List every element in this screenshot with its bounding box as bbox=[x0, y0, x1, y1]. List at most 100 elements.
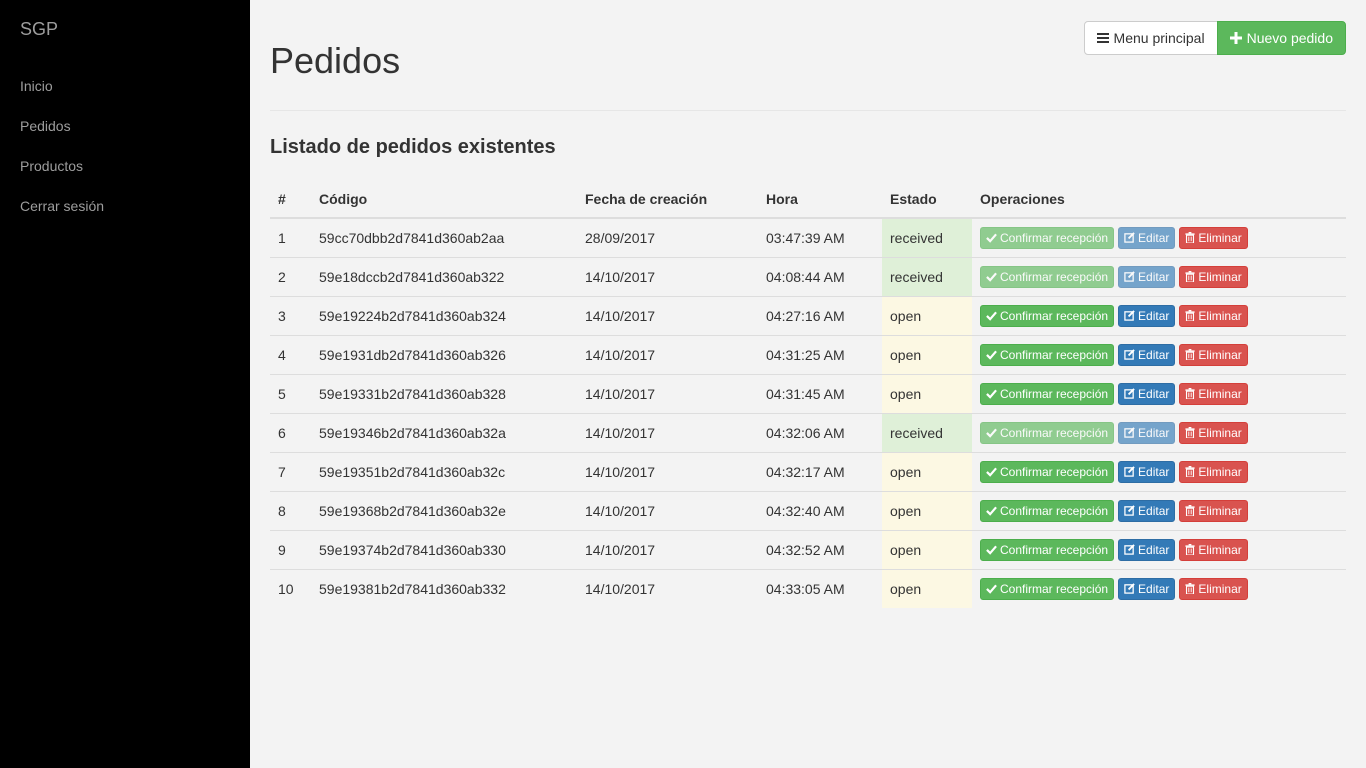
delete-button[interactable]: Eliminar bbox=[1179, 226, 1248, 249]
cell-code: 59e19374b2d7841d360ab330 bbox=[311, 529, 577, 569]
delete-button[interactable]: Eliminar bbox=[1179, 382, 1248, 405]
edit-icon bbox=[1124, 505, 1135, 516]
edit-label: Editar bbox=[1138, 464, 1170, 479]
check-icon bbox=[986, 271, 997, 282]
delete-button[interactable]: Eliminar bbox=[1179, 421, 1248, 444]
edit-icon bbox=[1124, 388, 1135, 399]
sidebar-item-pedidos[interactable]: Pedidos bbox=[20, 116, 104, 156]
edit-icon bbox=[1124, 349, 1135, 360]
edit-button[interactable]: Editar bbox=[1118, 265, 1176, 288]
trash-icon bbox=[1185, 583, 1195, 595]
edit-button[interactable]: Editar bbox=[1118, 421, 1176, 444]
cell-status: open bbox=[882, 373, 972, 413]
edit-label: Editar bbox=[1138, 347, 1170, 362]
table-row: 1 59cc70dbb2d7841d360ab2aa 28/09/2017 03:47… bbox=[270, 218, 1346, 257]
cell-time: 04:31:25 AM bbox=[758, 334, 882, 374]
edit-label: Editar bbox=[1138, 542, 1170, 557]
confirm-reception-button[interactable]: Confirmar recepción bbox=[980, 382, 1115, 405]
delete-button[interactable]: Eliminar bbox=[1179, 304, 1248, 327]
main-content: Menu principal Nuevo pedido Pedidos List… bbox=[250, 0, 1366, 768]
trash-icon bbox=[1185, 271, 1195, 282]
confirm-reception-button[interactable]: Confirmar recepción bbox=[980, 343, 1115, 366]
edit-button[interactable]: Editar bbox=[1118, 577, 1176, 600]
cell-operations: Confirmar recepción Editar Eliminar bbox=[972, 529, 1346, 569]
table-header-row: # Código Fecha de creación Hora Estado O… bbox=[270, 180, 1346, 219]
delete-button[interactable]: Eliminar bbox=[1179, 577, 1248, 600]
confirm-label: Confirmar recepción bbox=[1000, 230, 1109, 245]
edit-icon bbox=[1124, 544, 1135, 555]
cell-operations: Confirmar recepción Editar Eliminar bbox=[972, 412, 1346, 452]
edit-button[interactable]: Editar bbox=[1118, 304, 1176, 327]
confirm-label: Confirmar recepción bbox=[1000, 308, 1109, 323]
edit-button[interactable]: Editar bbox=[1118, 382, 1176, 405]
confirm-label: Confirmar recepción bbox=[1000, 386, 1109, 401]
menu-principal-button[interactable]: Menu principal bbox=[1083, 21, 1218, 55]
edit-button[interactable]: Editar bbox=[1118, 226, 1176, 249]
cell-code: 59e1931db2d7841d360ab326 bbox=[311, 334, 577, 374]
delete-label: Eliminar bbox=[1198, 308, 1242, 323]
delete-button[interactable]: Eliminar bbox=[1179, 265, 1248, 288]
edit-label: Editar bbox=[1138, 308, 1170, 323]
cell-operations: Confirmar recepción Editar Eliminar bbox=[972, 451, 1346, 491]
col-header-operations: Operaciones bbox=[972, 180, 1346, 219]
confirm-reception-button[interactable]: Confirmar recepción bbox=[980, 460, 1115, 483]
cell-num: 1 bbox=[278, 229, 286, 246]
cell-date: 14/10/2017 bbox=[577, 568, 758, 608]
cell-code: 59e19346b2d7841d360ab32a bbox=[311, 412, 577, 452]
brand-logo[interactable]: SGP bbox=[20, 19, 58, 40]
cell-time: 04:33:05 AM bbox=[758, 568, 882, 608]
cell-num: 9 bbox=[270, 529, 311, 569]
check-icon bbox=[986, 388, 997, 399]
edit-button[interactable]: Editar bbox=[1118, 499, 1176, 522]
col-header-time: Hora bbox=[758, 180, 882, 219]
edit-button[interactable]: Editar bbox=[1118, 460, 1176, 483]
cell-status: received bbox=[882, 218, 972, 257]
edit-icon bbox=[1124, 310, 1135, 321]
section-subtitle: Listado de pedidos existentes bbox=[270, 136, 556, 158]
edit-label: Editar bbox=[1138, 503, 1170, 518]
edit-icon bbox=[1124, 232, 1135, 243]
cell-num: 5 bbox=[270, 373, 311, 413]
cell-operations: Confirmar recepción Editar Eliminar bbox=[972, 334, 1346, 374]
cell-time: 04:32:06 AM bbox=[758, 412, 882, 452]
trash-icon bbox=[1185, 232, 1195, 244]
confirm-reception-button[interactable]: Confirmar recepción bbox=[980, 577, 1115, 600]
col-header-date: Fecha de creación bbox=[577, 180, 758, 219]
cell-time: 04:08:44 AM bbox=[758, 256, 882, 296]
cell-date: 14/10/2017 bbox=[577, 256, 758, 296]
nuevo-pedido-button[interactable]: Nuevo pedido bbox=[1216, 21, 1346, 55]
confirm-reception-button[interactable]: Confirmar recepción bbox=[980, 226, 1115, 249]
delete-button[interactable]: Eliminar bbox=[1179, 499, 1248, 522]
table-row: 6 59e19346b2d7841d360ab32a 14/10/2017 04:32… bbox=[270, 412, 1346, 452]
cell-code: 59e19351b2d7841d360ab32c bbox=[311, 451, 577, 491]
confirm-reception-button[interactable]: Confirmar recepción bbox=[980, 265, 1115, 288]
cell-operations: Confirmar recepción Editar Eliminar bbox=[972, 256, 1346, 296]
delete-button[interactable]: Eliminar bbox=[1179, 460, 1248, 483]
edit-icon bbox=[1124, 583, 1135, 594]
check-icon bbox=[986, 505, 997, 516]
cell-num: 10 bbox=[270, 568, 311, 608]
trash-icon bbox=[1185, 505, 1195, 516]
delete-button[interactable]: Eliminar bbox=[1179, 343, 1248, 366]
cell-date: 14/10/2017 bbox=[577, 451, 758, 491]
delete-button[interactable]: Eliminar bbox=[1179, 538, 1248, 561]
hamburger-icon bbox=[1096, 32, 1109, 44]
cell-status: open bbox=[882, 451, 972, 491]
cell-status: open bbox=[882, 295, 972, 335]
confirm-reception-button[interactable]: Confirmar recepción bbox=[980, 304, 1115, 327]
sidebar-item-cerrar-sesion[interactable]: Cerrar sesión bbox=[20, 196, 104, 236]
sidebar-item-productos[interactable]: Productos bbox=[20, 156, 104, 196]
table-row: 8 59e19368b2d7841d360ab32e 14/10/2017 04:32… bbox=[270, 490, 1346, 530]
trash-icon bbox=[1185, 427, 1195, 438]
cell-status: open bbox=[882, 529, 972, 569]
edit-button[interactable]: Editar bbox=[1118, 538, 1176, 561]
check-icon bbox=[986, 583, 997, 595]
edit-button[interactable]: Editar bbox=[1118, 343, 1176, 366]
orders-table: # Código Fecha de creación Hora Estado O… bbox=[270, 180, 1346, 608]
plus-icon bbox=[1229, 32, 1242, 44]
sidebar-item-inicio[interactable]: Inicio bbox=[20, 76, 104, 116]
confirm-reception-button[interactable]: Confirmar recepción bbox=[980, 499, 1115, 522]
cell-num: 2 bbox=[270, 256, 311, 296]
confirm-reception-button[interactable]: Confirmar recepción bbox=[980, 538, 1115, 561]
confirm-reception-button[interactable]: Confirmar recepción bbox=[980, 421, 1115, 444]
